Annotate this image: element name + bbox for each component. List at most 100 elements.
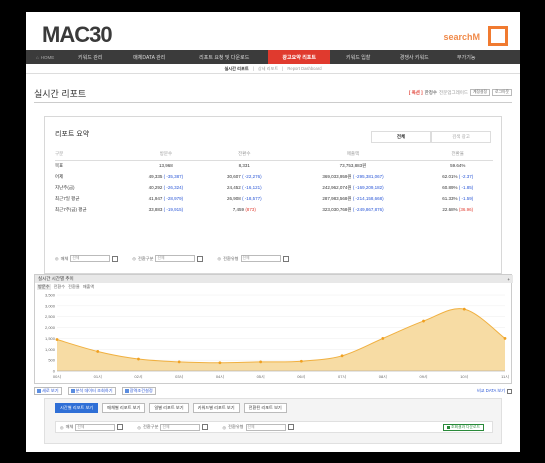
cell-change: ( -18,577) [242,196,262,201]
table-cell: 8,331 [205,160,283,171]
table-cell: 22.68% (36.96) [422,204,493,215]
table-cell: 49,335 ( -35,387) [127,171,205,182]
summary-tabs: 전체 검색 광고 [371,131,491,143]
table-cell: 59.64% [422,160,493,171]
expand-icon[interactable]: + [507,277,510,282]
filter-label: 전환유형 [223,255,239,261]
table-cell: 323,030,768원 ( -249,867,876) [284,204,423,215]
filter-select[interactable]: 전체 [75,423,116,431]
nav-item-keyword-mgmt[interactable]: 키워드 관리 [62,50,118,64]
cell-value: 60.89% [442,185,458,190]
filter-radio-icon[interactable]: ◎ [132,256,136,261]
chart-tab-conv-rate[interactable]: 전환율 [68,284,80,290]
data-point[interactable] [462,307,466,311]
compare-data-toggle[interactable]: 비교 DATA 보기 [477,388,512,394]
chart-header: 실시간 시간별 추이 + [35,275,513,283]
filter-radio-icon[interactable]: ◎ [60,425,64,430]
nav-item-keyword-bid[interactable]: 키워드 입찰 [330,50,386,64]
cell-change: ( -295,381,067) [352,173,384,179]
filter-radio-icon[interactable]: ◎ [137,425,141,430]
col-header: 전환율 [422,149,493,161]
conversion-report-dropdown[interactable]: 전환된 리포트 보기 [243,403,287,413]
filter-conv-type: ◎ 전환구분 전체 [132,255,204,262]
nav-item-summary-report[interactable]: 광고요약 리포트 [268,50,331,64]
chart-tab-conversions[interactable]: 전환수 [54,284,66,290]
nav-item-extra[interactable]: 부가기능 [442,50,490,64]
table-row: 목표 13,968 8,331 73,753,883원 59.64% [55,160,493,171]
account-settings-button[interactable]: 계정설정 [470,89,491,96]
data-point[interactable] [381,337,385,340]
logout-button[interactable]: 로그아웃 [492,89,512,96]
filter-radio-icon[interactable]: ◎ [217,256,221,261]
data-point[interactable] [259,360,263,364]
data-point[interactable] [340,354,344,358]
data-point[interactable] [137,357,140,361]
filter-select[interactable]: 전체 [70,255,111,262]
subnav-dashboard[interactable]: Report Dashboard [287,66,321,71]
data-point[interactable] [299,359,303,363]
subnav-realtime[interactable]: 실시간 리포트 [224,66,248,72]
calendar-icon[interactable] [112,255,119,262]
sub-nav: 실시간 리포트 | 상세 리포트 | Report Dashboard [26,64,520,74]
calendar-icon[interactable] [197,255,204,262]
filter-radio-icon[interactable]: ◎ [222,425,226,430]
data-point[interactable] [218,361,222,365]
condition-settings-link[interactable]: 광역조건설정 [121,387,156,395]
y-tick-label: 3,500 [45,293,56,298]
filter-conv-type: ◎ 전환구분 전체 [137,423,209,431]
y-tick-label: 0 [53,369,56,374]
filter-select[interactable]: 전체 [160,423,201,431]
keyword-report-dropdown[interactable]: 키워드별 리포트 보기 [192,403,240,413]
filter-select[interactable]: 전체 [245,423,286,431]
col-header: 매출액 [283,149,423,161]
logo[interactable]: MAC30 [42,22,113,48]
y-tick-label: 1,500 [45,336,56,341]
cell-value: 287,983,568원 [322,195,352,201]
data-point[interactable] [503,337,507,340]
table-cell: 33,883 ( -19,915) [127,204,205,215]
table-row: 지난주(금) 40,292 ( -26,324) 24,452 ( -16,121)… [55,182,493,193]
daily-report-dropdown[interactable]: 일별 리포트 보기 [149,403,189,413]
vertical-view-link[interactable]: 세로 보기 [34,387,62,395]
hourly-report-dropdown[interactable]: 시간별 리포트 보기 [55,403,99,413]
calendar-icon[interactable] [202,424,209,430]
data-point[interactable] [422,319,425,323]
tab-search-ad[interactable]: 검색 광고 [431,131,491,143]
x-tick-label: 02시 [134,374,142,379]
tab-all[interactable]: 전체 [371,131,431,143]
brand-logo-icon [488,26,508,46]
filter-select[interactable]: 전체 [240,255,281,262]
table-cell: 61.33% ( -1.59) [422,193,493,204]
cell-value: 323,030,768원 [322,206,352,212]
cell-change: ( -16,121) [242,185,262,190]
nav-item-media-data[interactable]: 매체DATA 관리 [118,50,180,64]
data-point[interactable] [177,360,181,364]
analysis-data-link[interactable]: 분석 데이터 조회하기 [67,387,116,395]
chart-tab-visits[interactable]: 방문수 [37,284,51,290]
filter-label: 전환구분 [143,424,159,429]
nav-item-report-request[interactable]: 리포트 요청 및 다운로드 [180,50,268,64]
data-point[interactable] [96,350,100,353]
page-title: 실시간 리포트 [34,89,87,99]
chart-tab-sales[interactable]: 매출액 [83,284,95,290]
media-report-dropdown[interactable]: 매체별 리포트 보기 [102,403,146,413]
home-label: HOME [40,54,55,60]
x-tick-label: 09시 [419,374,427,379]
y-tick-label: 2,000 [45,325,56,330]
download-button[interactable]: 조회결과 다운로드 [443,424,484,431]
nav-item-competitor-keyword[interactable]: 경쟁사 키워드 [386,50,442,64]
calendar-icon[interactable] [282,255,289,262]
report-controls: 시간별 리포트 보기 매체별 리포트 보기 일별 리포트 보기 키워드별 리포트… [44,398,502,444]
filter-select[interactable]: 전체 [155,255,196,262]
data-point[interactable] [55,338,59,341]
home-icon: ⌂ [36,54,39,60]
filter-radio-icon[interactable]: ◎ [55,256,59,261]
calendar-icon[interactable] [117,424,124,430]
compare-checkbox[interactable] [507,388,512,394]
home-link[interactable]: ⌂ HOME [26,55,62,60]
subnav-detail[interactable]: 상세 리포트 [258,66,278,72]
cell-value: 목표 [55,162,64,168]
calendar-icon[interactable] [287,424,294,430]
x-tick-label: 03시 [175,374,183,379]
cell-change: ( -1.59) [458,196,474,201]
